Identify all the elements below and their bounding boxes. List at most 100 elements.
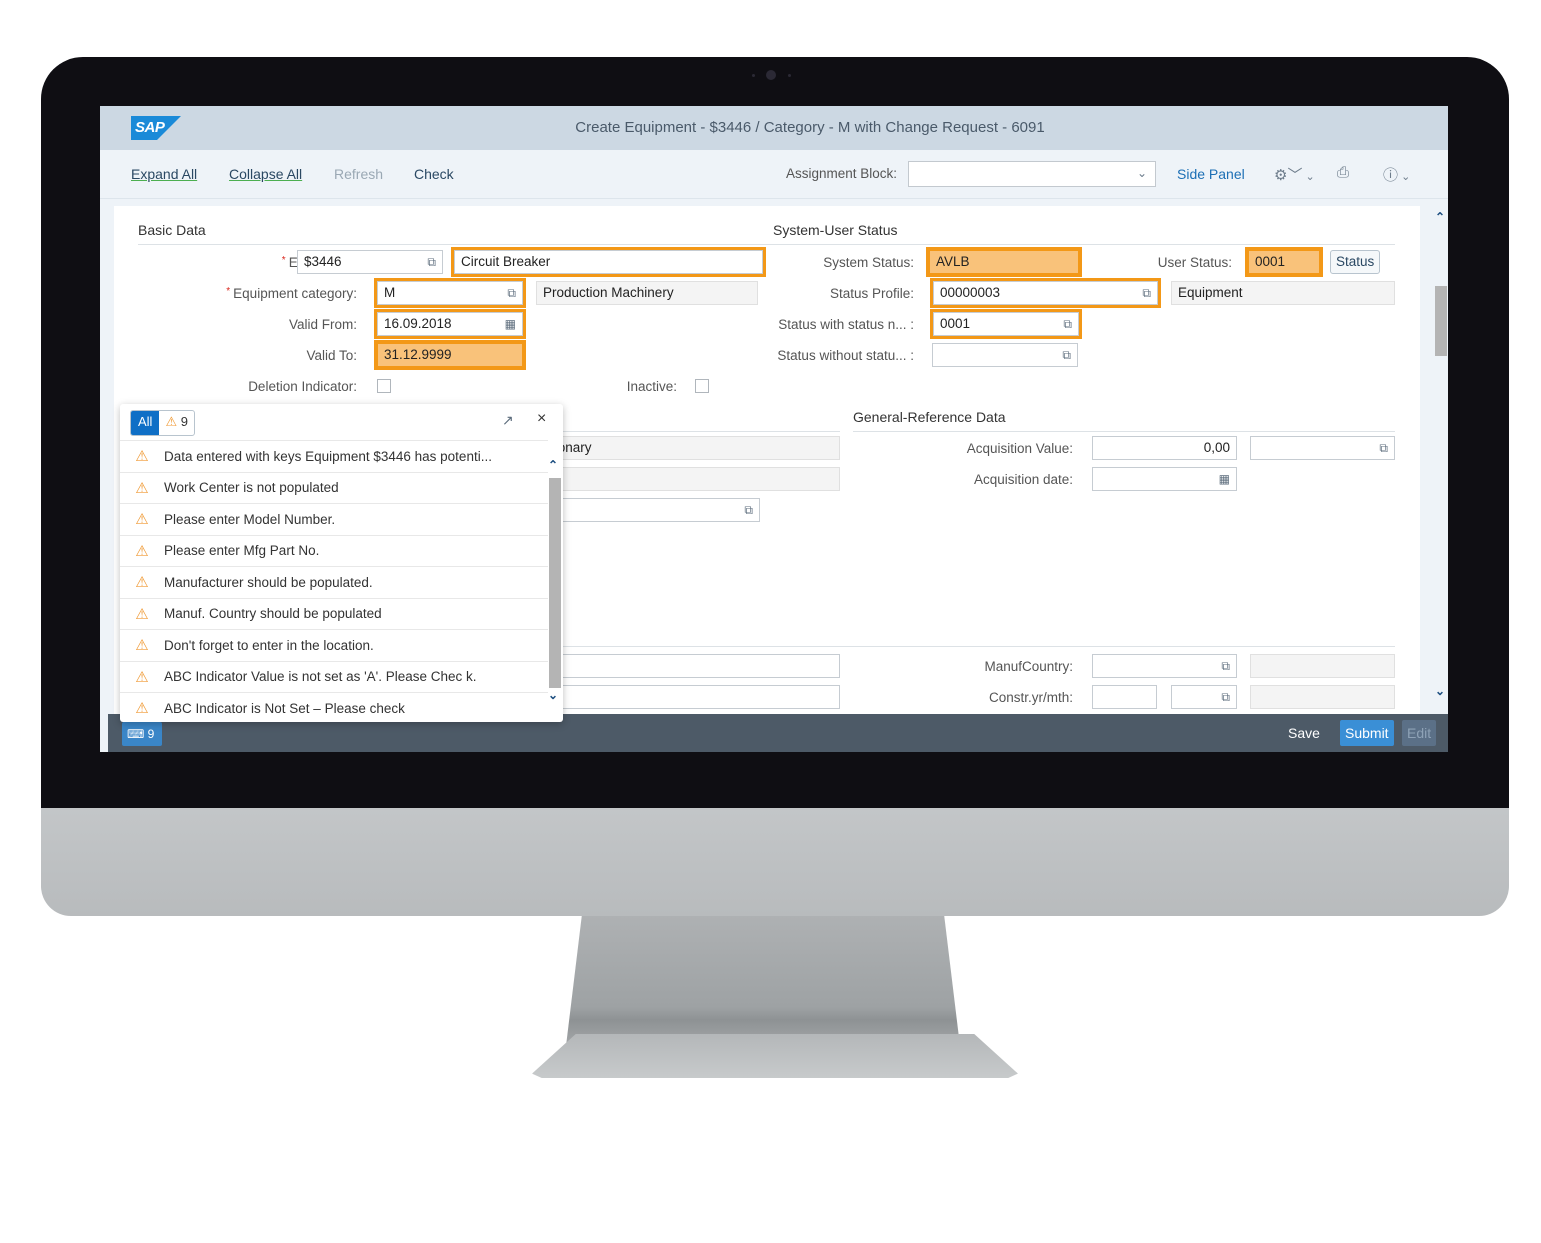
constr-month-field[interactable]: ⧉	[1171, 685, 1237, 709]
messages-popover: All ⚠ 9 ↗ × ⚠ Data entered with keys Equi…	[120, 404, 563, 722]
assignment-block-label: Assignment Block:	[786, 166, 898, 181]
message-item[interactable]: ⚠ Data entered with keys Equipment $3446 …	[120, 440, 548, 472]
submit-button[interactable]: Submit	[1340, 720, 1394, 746]
warning-icon: ⚠	[135, 479, 149, 497]
value-help-icon[interactable]: ⧉	[1379, 437, 1388, 459]
equipment-category-field[interactable]: M ⧉	[374, 278, 526, 308]
status-profile-description: Equipment	[1171, 281, 1395, 305]
title-bar: SAP Create Equipment - $3446 / Category …	[100, 106, 1448, 150]
messages-button[interactable]: ⌨ 9	[122, 722, 162, 746]
warning-icon: ⚠	[135, 574, 149, 592]
valid-from-label: Valid From:	[288, 317, 357, 332]
inactive-checkbox[interactable]	[695, 379, 709, 393]
value-help-icon[interactable]: ⧉	[1062, 344, 1071, 366]
message-text: Manufacturer should be populated.	[164, 574, 373, 590]
divider	[554, 431, 840, 432]
close-icon[interactable]: ×	[537, 410, 546, 428]
system-status-label: System Status:	[823, 255, 914, 270]
open-in-new-icon[interactable]: ↗	[502, 412, 514, 429]
scroll-thumb[interactable]	[1435, 286, 1447, 356]
equipment-field[interactable]: $3446 ⧉	[297, 250, 443, 274]
value-help-icon[interactable]: ⧉	[507, 282, 516, 304]
hidden-field-4[interactable]	[544, 654, 840, 678]
status-with-number-field[interactable]: 0001 ⧉	[930, 309, 1082, 339]
divider	[773, 244, 1395, 245]
valid-from-field[interactable]: 16.09.2018 ▦	[374, 309, 526, 339]
warning-icon: ⚠	[135, 668, 149, 686]
message-list-scrollbar[interactable]: ⌃ ⌄	[548, 456, 561, 702]
camera-icon	[766, 70, 776, 80]
acquisition-currency-field[interactable]: ⧉	[1250, 436, 1395, 460]
message-item[interactable]: ⚠ Manufacturer should be populated.	[120, 566, 548, 598]
calendar-icon[interactable]: ▦	[1219, 468, 1230, 490]
calendar-icon[interactable]: ▦	[505, 313, 516, 335]
system-status-field[interactable]: AVLB	[926, 247, 1082, 277]
filter-warnings-button[interactable]: ⚠ 9	[159, 411, 194, 435]
acquisition-value-field[interactable]: 0,00	[1092, 436, 1237, 460]
acquisition-date-field[interactable]: ▦	[1092, 467, 1237, 491]
message-item[interactable]: ⚠ Work Center is not populated	[120, 471, 548, 504]
equipment-description-field[interactable]: Circuit Breaker	[451, 247, 766, 277]
print-icon[interactable]: ⎙	[1337, 164, 1349, 181]
scroll-down-icon[interactable]: ⌄	[1435, 684, 1445, 698]
system-user-status-title: System-User Status	[773, 222, 898, 238]
user-status-label: User Status:	[1157, 255, 1232, 270]
warning-count: 9	[180, 414, 188, 429]
hidden-field-2[interactable]	[544, 467, 840, 491]
value-help-icon[interactable]: ⧉	[744, 499, 753, 521]
user-status-field[interactable]: 0001	[1245, 247, 1323, 277]
valid-to-label: Valid To:	[306, 348, 357, 363]
manuf-country-description	[1250, 654, 1395, 678]
constr-description	[1250, 685, 1395, 709]
side-panel-link[interactable]: Side Panel	[1177, 166, 1245, 182]
status-profile-label: Status Profile:	[829, 286, 914, 301]
hidden-field-1[interactable]: tionary	[544, 436, 840, 460]
refresh-button[interactable]: Refresh	[334, 166, 383, 182]
scroll-up-icon[interactable]: ⌃	[1435, 210, 1445, 224]
hidden-field-3[interactable]: ⧉	[544, 498, 760, 522]
constr-year-field[interactable]	[1092, 685, 1157, 709]
message-item[interactable]: ⚠ ABC Indicator Value is not set as 'A'. …	[120, 660, 548, 693]
hidden-field-5[interactable]	[544, 685, 840, 709]
value-help-icon[interactable]: ⧉	[1142, 282, 1151, 304]
message-text: Data entered with keys Equipment $3446 h…	[164, 448, 492, 464]
scroll-thumb[interactable]	[549, 478, 561, 688]
monitor-stand-foot	[532, 1034, 1018, 1078]
scroll-up-icon[interactable]: ⌃	[548, 458, 558, 472]
filter-all-button[interactable]: All	[131, 411, 160, 435]
status-profile-field[interactable]: 00000003 ⧉	[930, 278, 1161, 308]
manuf-country-field[interactable]: ⧉	[1092, 654, 1237, 678]
scroll-down-icon[interactable]: ⌄	[548, 688, 558, 702]
expand-all-link[interactable]: Expand All	[131, 166, 197, 182]
message-item[interactable]: ⚠ Please enter Model Number.	[120, 503, 548, 535]
value-help-icon[interactable]: ⧉	[1063, 313, 1072, 335]
status-button[interactable]: Status	[1330, 250, 1381, 274]
chevron-down-icon: ⌄	[1136, 166, 1147, 180]
message-item[interactable]: ⚠ Don't forget to enter in the location.	[120, 629, 548, 661]
check-button[interactable]: Check	[414, 166, 454, 182]
message-item[interactable]: ⚠ Please enter Mfg Part No.	[120, 534, 548, 567]
value-help-icon[interactable]: ⧉	[1221, 655, 1230, 677]
monitor-chin	[41, 808, 1509, 916]
value-help-icon[interactable]: ⧉	[1221, 686, 1230, 708]
assignment-block-select[interactable]: ⌄	[908, 161, 1156, 187]
page-scrollbar[interactable]: ⌃ ⌄	[1434, 206, 1448, 716]
help-icon[interactable]: ⓘ ⌄	[1383, 164, 1410, 185]
basic-data-title: Basic Data	[138, 222, 206, 238]
collapse-all-link[interactable]: Collapse All	[229, 166, 302, 182]
status-without-number-field[interactable]: ⧉	[932, 343, 1078, 367]
deletion-indicator-checkbox[interactable]	[377, 379, 391, 393]
value-help-icon[interactable]: ⧉	[427, 251, 436, 273]
settings-icon[interactable]: ⚙﹀ ⌄	[1274, 164, 1315, 185]
manuf-country-label: ManufCountry:	[984, 659, 1073, 674]
message-text: ABC Indicator is Not Set – Please check	[164, 700, 405, 716]
equipment-category-label: * Equipment category:	[226, 286, 357, 301]
message-item[interactable]: ⚠ Manuf. Country should be populated	[120, 597, 548, 630]
valid-to-field[interactable]: 31.12.9999	[374, 340, 526, 370]
message-item[interactable]: ⚠ ABC Indicator is Not Set – Please check	[120, 692, 548, 724]
edit-button[interactable]: Edit	[1402, 720, 1437, 746]
message-icon: ⌨	[127, 727, 145, 741]
warning-icon: ⚠	[135, 448, 149, 466]
save-button[interactable]: Save	[1288, 725, 1320, 741]
app-screen: SAP Create Equipment - $3446 / Category …	[100, 106, 1448, 752]
